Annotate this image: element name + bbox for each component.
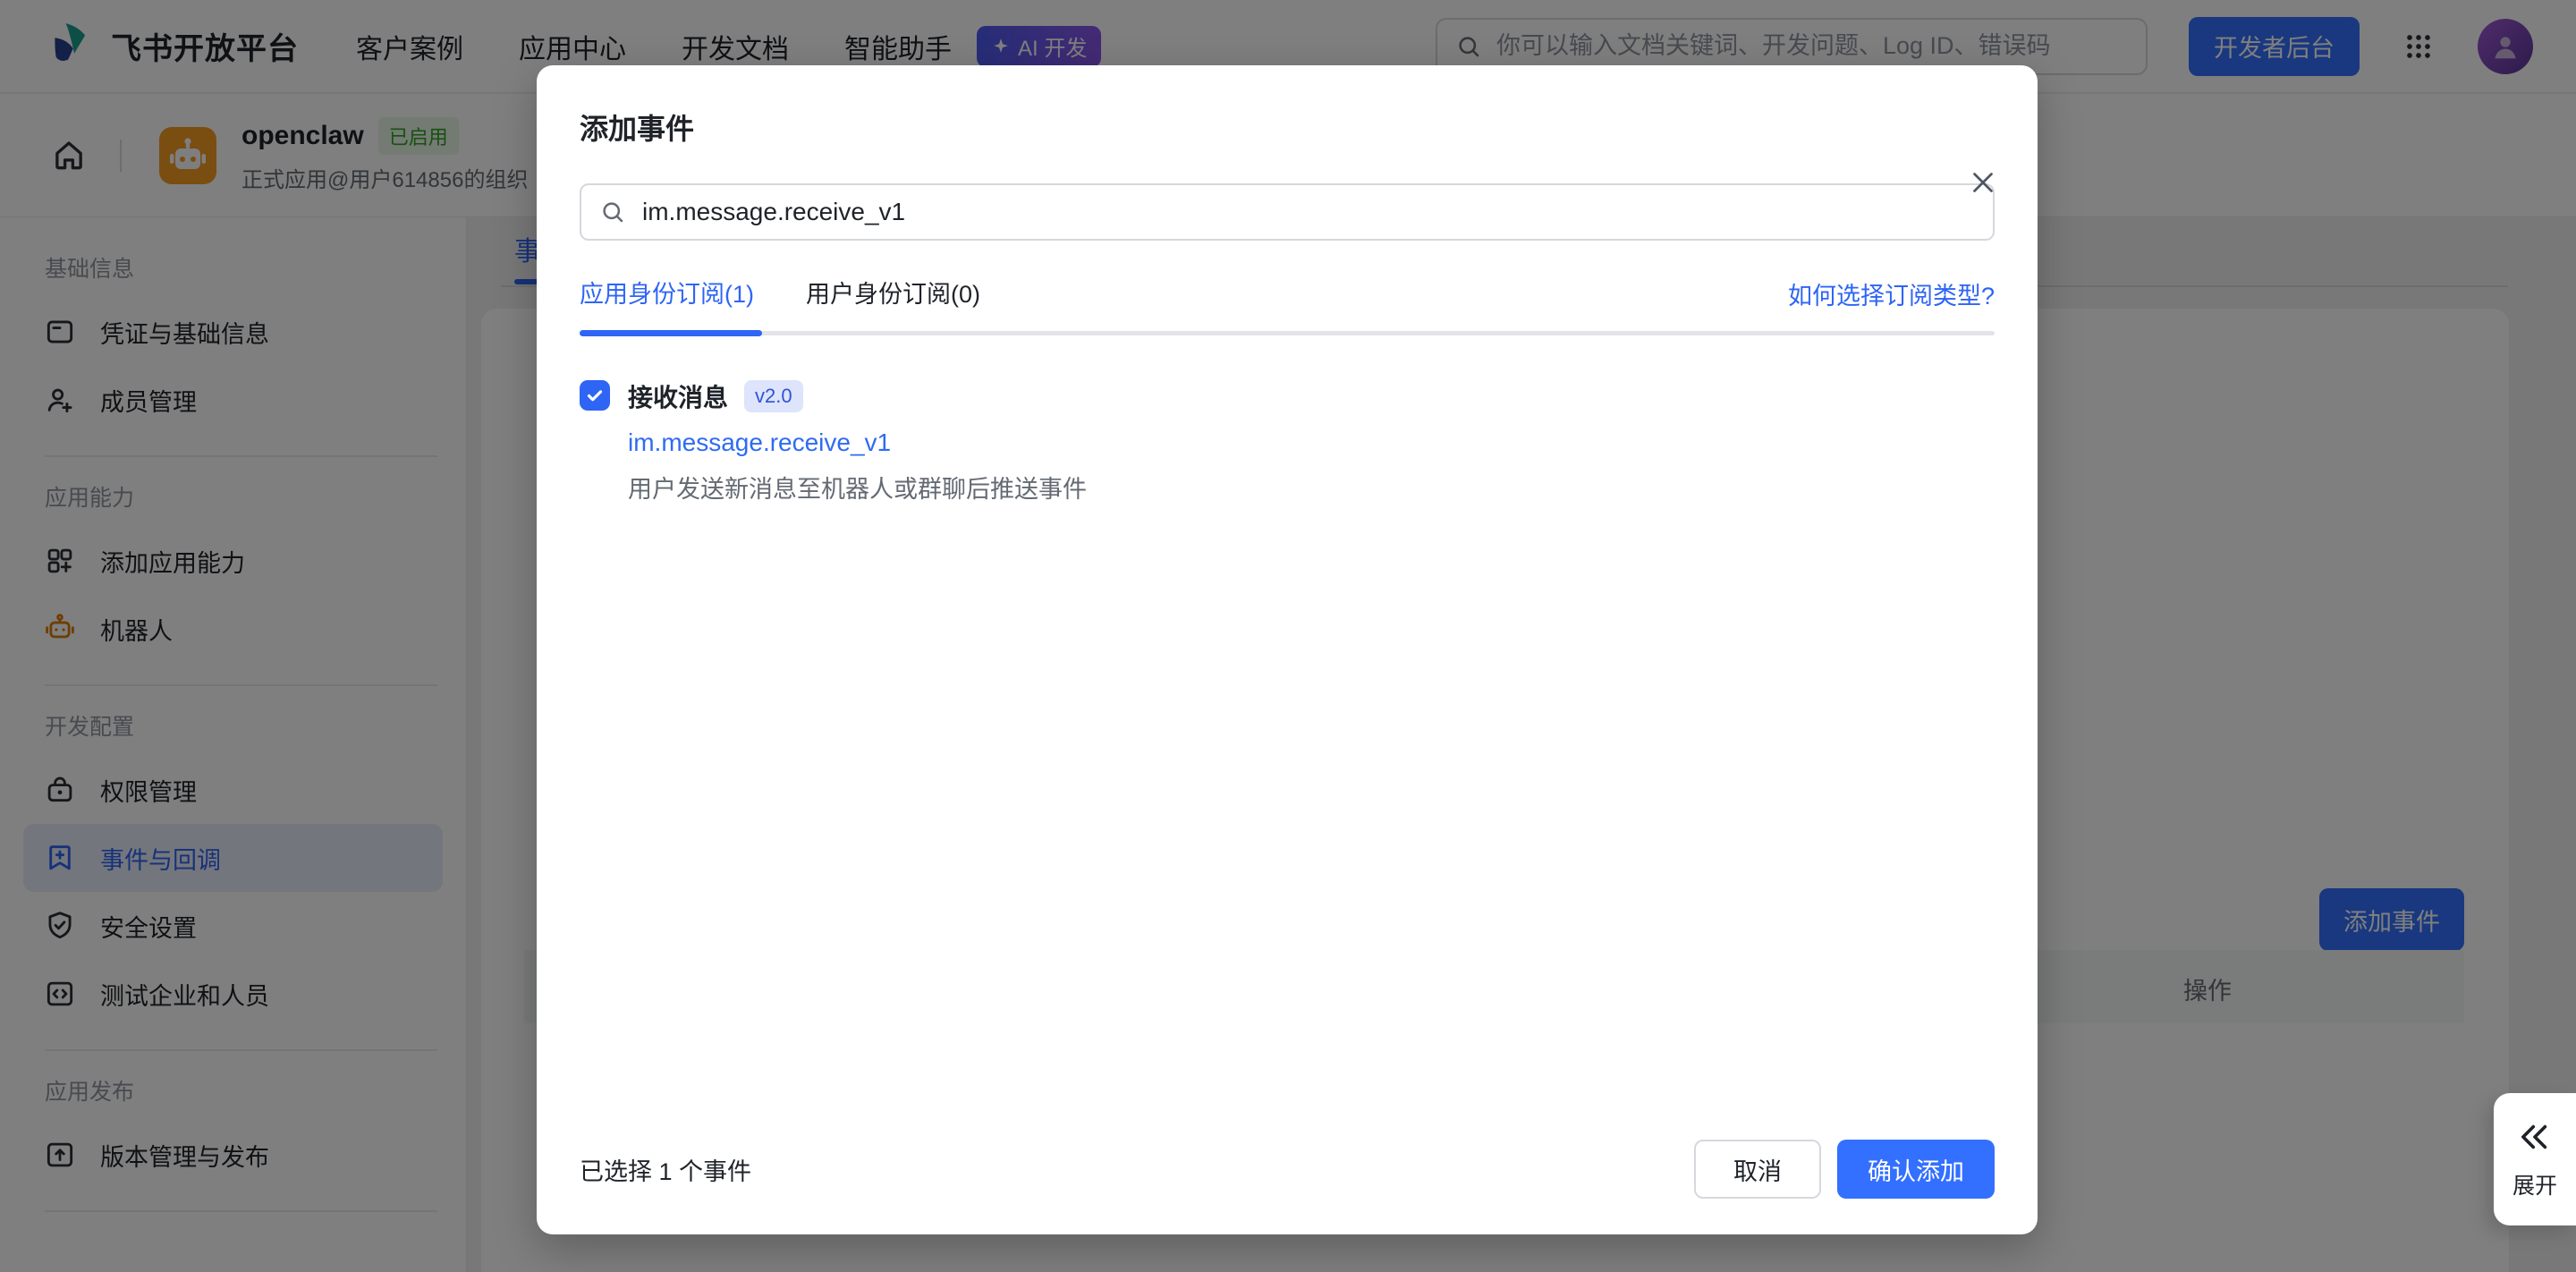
search-icon [599,199,626,225]
event-info: 接收消息 v2.0 im.message.receive_v1 用户发送新消息至… [628,378,1087,505]
confirm-add-button[interactable]: 确认添加 [1837,1140,1995,1199]
modal-search-input[interactable] [640,197,1975,227]
tab-app-subscription[interactable]: 应用身份订阅(1) [580,275,754,310]
double-chevron-left-icon [2516,1118,2554,1156]
selected-count-text: 已选择 1 个事件 [580,1152,751,1187]
cancel-button[interactable]: 取消 [1694,1140,1821,1199]
subscription-help-link[interactable]: 如何选择订阅类型? [1788,276,1995,311]
event-description: 用户发送新消息至机器人或群聊后推送事件 [628,470,1087,505]
modal-search-box[interactable] [580,183,1995,241]
close-icon[interactable] [1966,165,2000,199]
event-name: 接收消息 [628,378,728,414]
event-code-link[interactable]: im.message.receive_v1 [628,428,1087,457]
modal-title: 添加事件 [580,65,1995,148]
screen: 飞书开放平台 客户案例 应用中心 开发文档 智能助手 AI 开发 开发者后台 [0,0,2576,1272]
modal-footer: 已选择 1 个事件 取消 确认添加 [580,1140,1995,1199]
check-icon [584,385,606,406]
event-version-tag: v2.0 [744,380,803,412]
tab-user-subscription[interactable]: 用户身份订阅(0) [806,275,980,310]
event-list-item: 接收消息 v2.0 im.message.receive_v1 用户发送新消息至… [580,378,1995,505]
subscription-tabbar: 应用身份订阅(1) 用户身份订阅(0) 如何选择订阅类型? [580,275,1995,335]
expand-panel-button[interactable]: 展开 [2494,1093,2576,1225]
active-tab-indicator [580,330,762,336]
expand-label: 展开 [2512,1168,2557,1200]
add-event-modal: 添加事件 应用身份订阅(1) 用户身份订阅(0) 如何选择订阅类型? [537,65,2038,1234]
tab-track [580,331,1995,335]
event-checkbox-checked[interactable] [580,380,610,411]
